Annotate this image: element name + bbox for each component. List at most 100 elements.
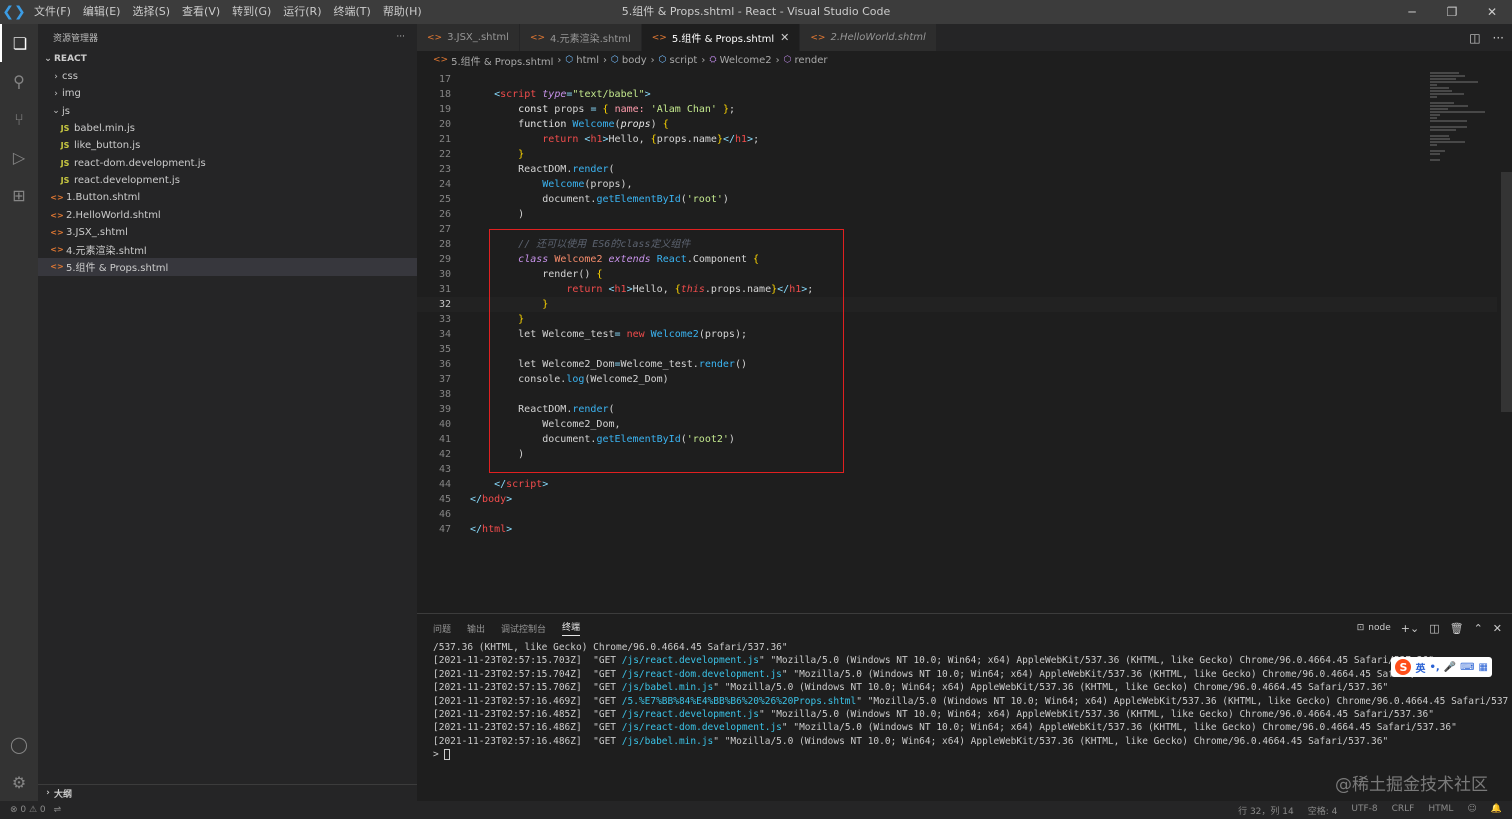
file-item[interactable]: <> 3.JSX_.shtml — [38, 224, 417, 241]
code-line[interactable]: 38 — [417, 387, 1497, 402]
breadcrumb-item[interactable]: Welcome2 — [720, 55, 772, 66]
code-line[interactable]: 44 </script> — [417, 477, 1497, 492]
editor-tab[interactable]: <> 5.组件 & Props.shtml ✕ — [641, 24, 801, 51]
end-of-line[interactable]: CRLF — [1392, 804, 1415, 817]
code-line[interactable]: 42 ) — [417, 447, 1497, 462]
editor-scrollbar[interactable] — [1501, 172, 1512, 412]
folder-item[interactable]: › img — [38, 85, 417, 102]
split-editor-icon[interactable]: ◫ — [1469, 31, 1480, 45]
close-tab-icon[interactable]: ✕ — [780, 31, 789, 44]
extensions-icon[interactable]: ⊞ — [0, 176, 38, 214]
microphone-icon[interactable]: 🎤 — [1444, 662, 1456, 673]
code-line[interactable]: 20 function Welcome(props) { — [417, 117, 1497, 132]
minimize-icon[interactable]: ─ — [1392, 0, 1432, 24]
folder-item[interactable]: ⌄ js — [38, 103, 417, 120]
editor-tab[interactable]: <> 4.元素渲染.shtml — [519, 24, 642, 51]
terminal-selector[interactable]: ⊡ node — [1357, 623, 1391, 633]
code-line[interactable]: 34 let Welcome_test= new Welcome2(props)… — [417, 327, 1497, 342]
file-item[interactable]: <> 5.组件 & Props.shtml — [38, 258, 417, 276]
gear-icon[interactable]: ⚙ — [0, 763, 38, 801]
code-line[interactable]: 37 console.log(Welcome2_Dom) — [417, 372, 1497, 387]
terminal-prompt[interactable]: > — [433, 748, 1508, 761]
code-line[interactable]: 24 Welcome(props), — [417, 177, 1497, 192]
code-line[interactable]: 27 — [417, 222, 1497, 237]
outline-section-header[interactable]: › 大纲 — [38, 784, 417, 801]
panel-tab[interactable]: 问题 — [433, 622, 451, 635]
menu-item[interactable]: 选择(S) — [126, 0, 176, 24]
folder-item[interactable]: › css — [38, 68, 417, 85]
close-window-icon[interactable]: ✕ — [1472, 0, 1512, 24]
code-line[interactable]: 43 — [417, 462, 1497, 477]
code-line[interactable]: 18 <script type="text/babel"> — [417, 87, 1497, 102]
menu-item[interactable]: 文件(F) — [28, 0, 77, 24]
search-icon[interactable]: ⚲ — [0, 62, 38, 100]
panel-tab[interactable]: 输出 — [467, 622, 485, 635]
account-icon[interactable]: ◯ — [0, 725, 38, 763]
cursor-position[interactable]: 行 32，列 14 — [1238, 804, 1294, 817]
breadcrumb-item[interactable]: 5.组件 & Props.shtml — [451, 53, 553, 68]
indentation[interactable]: 空格: 4 — [1308, 804, 1338, 817]
code-line[interactable]: 45 </body> — [417, 492, 1497, 507]
panel-tab[interactable]: 调试控制台 — [501, 622, 546, 635]
code-line[interactable]: 32 } — [417, 297, 1497, 312]
code-line[interactable]: 30 render() { — [417, 267, 1497, 282]
more-actions-icon[interactable]: ··· — [396, 32, 405, 42]
code-line[interactable]: 33 } — [417, 312, 1497, 327]
menu-item[interactable]: 终端(T) — [328, 0, 377, 24]
menu-item[interactable]: 运行(R) — [277, 0, 327, 24]
live-share-icon[interactable]: ⇌ — [54, 805, 62, 815]
editor-tab[interactable]: <> 2.HelloWorld.shtml — [800, 24, 937, 51]
encoding[interactable]: UTF-8 — [1351, 804, 1377, 817]
keyboard-icon[interactable]: ⌨ — [1460, 662, 1474, 673]
code-editor[interactable]: 17 18 <script type="text/babel"> 19 const … — [417, 72, 1497, 542]
panel-tab[interactable]: 终端 — [562, 620, 581, 636]
code-line[interactable]: 26 ) — [417, 207, 1497, 222]
code-line[interactable]: 46 — [417, 507, 1497, 522]
add-terminal-icon[interactable]: +⌄ — [1401, 622, 1419, 635]
code-line[interactable]: 47 </html> — [417, 522, 1497, 537]
file-item[interactable]: JS babel.min.js — [38, 120, 417, 137]
run-debug-icon[interactable]: ▷ — [0, 138, 38, 176]
breadcrumb-item[interactable]: script — [669, 55, 697, 66]
feedback-icon[interactable]: ☺ — [1467, 804, 1476, 817]
code-line[interactable]: 21 return <h1>Hello, {props.name}</h1>; — [417, 132, 1497, 147]
code-line[interactable]: 39 ReactDOM.render( — [417, 402, 1497, 417]
grid-icon[interactable]: ▦ — [1479, 662, 1488, 673]
code-line[interactable]: 28 // 还可以使用 ES6的class定义组件 — [417, 237, 1497, 252]
file-item[interactable]: JS react.development.js — [38, 172, 417, 189]
workspace-section-header[interactable]: ⌄ REACT — [38, 50, 417, 68]
breadcrumb-item[interactable]: body — [622, 55, 647, 66]
ime-toolbar[interactable]: S 英 •, 🎤 ⌨ ▦ — [1391, 657, 1492, 677]
code-line[interactable]: 23 ReactDOM.render( — [417, 162, 1497, 177]
notifications-icon[interactable]: 🔔 — [1491, 804, 1502, 817]
file-item[interactable]: <> 1.Button.shtml — [38, 189, 417, 206]
code-line[interactable]: 36 let Welcome2_Dom=Welcome_test.render(… — [417, 357, 1497, 372]
terminal-output[interactable]: /537.36 (KHTML, like Gecko) Chrome/96.0.… — [433, 641, 1508, 762]
breadcrumb-item[interactable]: render — [795, 55, 828, 66]
restore-icon[interactable]: ❐ — [1432, 0, 1472, 24]
trash-icon[interactable]: 🗑 — [1450, 622, 1464, 635]
split-terminal-icon[interactable]: ◫ — [1429, 622, 1439, 635]
more-actions-icon[interactable]: ··· — [1493, 31, 1504, 45]
code-line[interactable]: 31 return <h1>Hello, {this.props.name}</… — [417, 282, 1497, 297]
source-control-icon[interactable]: ⑂ — [0, 100, 38, 138]
explorer-icon[interactable]: ❏ — [0, 24, 38, 62]
code-line[interactable]: 40 Welcome2_Dom, — [417, 417, 1497, 432]
code-line[interactable]: 25 document.getElementById('root') — [417, 192, 1497, 207]
file-item[interactable]: JS like_button.js — [38, 137, 417, 154]
breadcrumb-item[interactable]: html — [576, 55, 599, 66]
menu-item[interactable]: 编辑(E) — [77, 0, 127, 24]
code-line[interactable]: 22 } — [417, 147, 1497, 162]
code-line[interactable]: 17 — [417, 72, 1497, 87]
file-item[interactable]: JS react-dom.development.js — [38, 154, 417, 171]
editor-tab[interactable]: <> 3.JSX_.shtml — [417, 24, 520, 51]
maximize-panel-icon[interactable]: ⌃ — [1474, 622, 1483, 635]
code-line[interactable]: 41 document.getElementById('root2') — [417, 432, 1497, 447]
file-item[interactable]: <> 4.元素渲染.shtml — [38, 241, 417, 258]
minimap[interactable] — [1430, 69, 1500, 179]
code-line[interactable]: 29 class Welcome2 extends React.Componen… — [417, 252, 1497, 267]
menu-item[interactable]: 转到(G) — [226, 0, 277, 24]
close-panel-icon[interactable]: ✕ — [1493, 622, 1502, 635]
code-line[interactable]: 35 — [417, 342, 1497, 357]
language-mode[interactable]: HTML — [1428, 804, 1453, 817]
